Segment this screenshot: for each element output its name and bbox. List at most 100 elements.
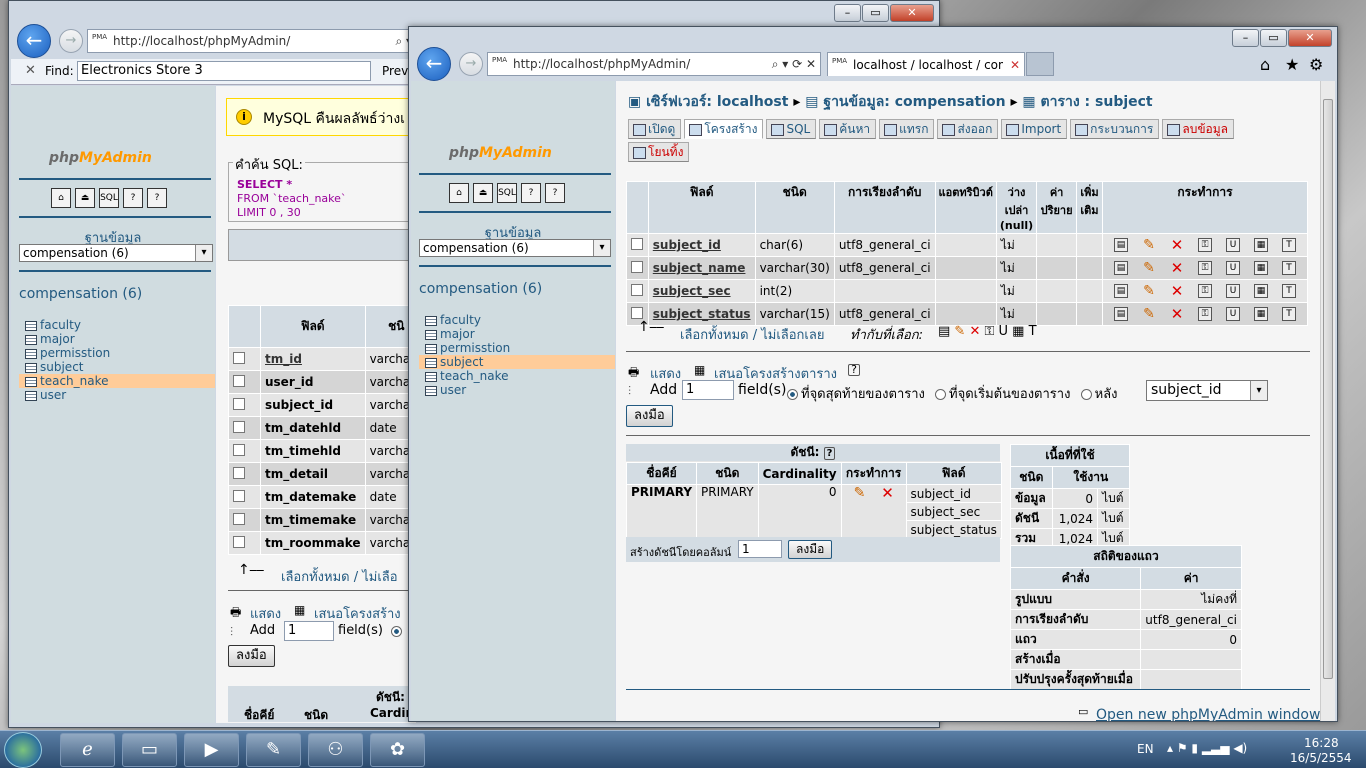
fulltext-icon[interactable]: T [1282,261,1296,276]
primary-key-icon[interactable]: ⚿ [1198,261,1212,276]
clock-date[interactable]: 16/5/2554 [1290,751,1352,765]
row-checkbox[interactable] [233,374,245,387]
breadcrumb-db[interactable]: ฐานข้อมูล: compensation [823,94,1005,110]
tab-structure[interactable]: โครงสร้าง [684,119,764,139]
check-all-link[interactable]: เลือกทั้งหมด / ไม่เลือ [281,566,398,587]
tab-export[interactable]: ส่งออก [937,119,999,139]
fulltext-icon[interactable]: T [1282,284,1296,299]
tab-search[interactable]: ค้นหา [819,119,877,139]
settings-gear-icon[interactable]: ⚙ [1309,55,1323,74]
close-tab-icon[interactable]: ✕ [1010,58,1020,72]
taskbar-ie-button[interactable]: ℯ [60,733,115,767]
nav-db-link[interactable]: compensation (6) [419,281,542,297]
nav-table-item[interactable]: major [419,327,615,341]
primary-key-icon[interactable]: ⚿ [1198,284,1212,299]
show-link[interactable]: แสดง [650,363,681,384]
unique-icon[interactable]: U [1226,284,1240,299]
home-icon[interactable]: ⌂ [449,183,469,203]
position-radio[interactable] [391,626,402,637]
row-checkbox[interactable] [631,237,643,250]
nav-table-item-selected[interactable]: subject [419,355,615,369]
row-checkbox[interactable] [233,443,245,456]
help-icon[interactable]: ? [823,447,836,460]
edit-pencil-icon[interactable]: ✎ [1142,261,1156,275]
tab-operations[interactable]: กระบวนการ [1070,119,1160,139]
address-actions-icon[interactable]: ⌕ ▾ ⟳ ✕ [772,57,816,72]
edit-pencil-icon[interactable]: ✎ [1142,238,1156,252]
start-button[interactable] [4,732,42,768]
primary-key-icon[interactable]: ⚿ [1198,238,1212,253]
index-icon[interactable]: ▦ [1254,307,1268,322]
position-end-radio[interactable] [787,389,798,400]
mysql-docs-icon[interactable]: ? [147,188,167,208]
mysql-docs-icon[interactable]: ? [545,183,565,203]
help-icon[interactable]: ? [848,364,860,376]
check-all-link[interactable]: เลือกทั้งหมด / ไม่เลือกเลย [680,324,824,345]
browse-distinct-icon[interactable]: ▤ [1114,284,1128,299]
documentation-icon[interactable]: ? [521,183,541,203]
close-icon[interactable]: ✕ [890,4,934,22]
nav-table-item[interactable]: user [419,383,615,397]
nav-table-item-selected[interactable]: teach_nake [19,374,215,388]
tab-import[interactable]: Import [1001,119,1068,139]
back-button[interactable]: ← [417,47,451,81]
edit-index-icon[interactable]: ✎ [853,486,867,500]
find-input[interactable]: Electronics Store 3 [77,61,371,81]
row-checkbox[interactable] [233,397,245,410]
row-checkbox[interactable] [233,512,245,525]
edit-pencil-icon[interactable]: ✎ [1142,284,1156,298]
index-icon[interactable]: ▦ [1254,238,1268,253]
nav-db-link[interactable]: compensation (6) [19,286,142,302]
delete-icon[interactable]: ✕ [1170,284,1184,299]
exit-icon[interactable]: ⏏ [473,183,493,203]
nav-table-item[interactable]: faculty [419,313,615,327]
taskbar-paint-button[interactable]: ✿ [370,733,425,767]
back-button[interactable]: ← [17,24,51,58]
tab-insert[interactable]: แทรก [879,119,935,139]
delete-icon[interactable]: ✕ [1170,238,1184,253]
browser-tab-active[interactable]: PMA localhost / localhost / com... ✕ [827,52,1025,76]
breadcrumb-server[interactable]: เซิร์ฟเวอร์: localhost [646,94,788,110]
create-index-count-input[interactable]: 1 [738,540,782,558]
nav-table-item[interactable]: teach_nake [419,369,615,383]
show-link[interactable]: แสดง [250,603,281,624]
browse-distinct-icon[interactable]: ▤ [1114,307,1128,322]
nav-table-item[interactable]: user [19,388,215,402]
fulltext-icon[interactable]: T [1282,307,1296,322]
row-checkbox[interactable] [631,306,643,319]
forward-button[interactable]: → [459,52,483,76]
home-icon[interactable]: ⌂ [1260,55,1270,74]
nav-table-item[interactable]: permisstion [419,341,615,355]
browse-distinct-icon[interactable]: ▤ [1114,238,1128,253]
primary-key-icon[interactable]: ⚿ [1198,307,1212,322]
row-checkbox[interactable] [631,283,643,296]
bulk-actions-icons[interactable]: ▤ ✎ ✕ ⚿ U ▦ T [938,324,1037,339]
add-count-input[interactable]: 1 [682,380,734,400]
exit-icon[interactable]: ⏏ [75,188,95,208]
maximize-icon[interactable]: ▭ [862,4,889,22]
nav-table-item[interactable]: faculty [19,318,215,332]
go-button[interactable]: ลงมือ [228,645,275,667]
taskbar-app-button[interactable]: ✎ [246,733,301,767]
home-icon[interactable]: ⌂ [51,188,71,208]
nav-table-item[interactable]: subject [19,360,215,374]
nav-db-select[interactable]: compensation (6) [419,239,611,257]
sql-query-icon[interactable]: SQL [99,188,119,208]
tab-browse[interactable]: เปิดดู [628,119,682,139]
favorites-icon[interactable]: ★ [1285,55,1299,74]
tab-sql[interactable]: SQL [766,119,817,139]
create-index-go-button[interactable]: ลงมือ [788,540,833,559]
browse-distinct-icon[interactable]: ▤ [1114,261,1128,276]
open-new-window-link[interactable]: Open new phpMyAdmin window [1096,707,1320,721]
add-count-input[interactable]: 1 [284,621,334,641]
nav-table-item[interactable]: major [19,332,215,346]
breadcrumb-table[interactable]: ตาราง : subject [1041,94,1153,110]
row-checkbox[interactable] [233,466,245,479]
maximize-icon[interactable]: ▭ [1260,29,1287,47]
delete-icon[interactable]: ✕ [1170,307,1184,322]
close-icon[interactable]: ✕ [1288,29,1332,47]
row-checkbox[interactable] [233,489,245,502]
position-after-radio[interactable] [1080,389,1092,400]
go-button[interactable]: ลงมือ [626,405,673,427]
row-checkbox[interactable] [233,535,245,548]
